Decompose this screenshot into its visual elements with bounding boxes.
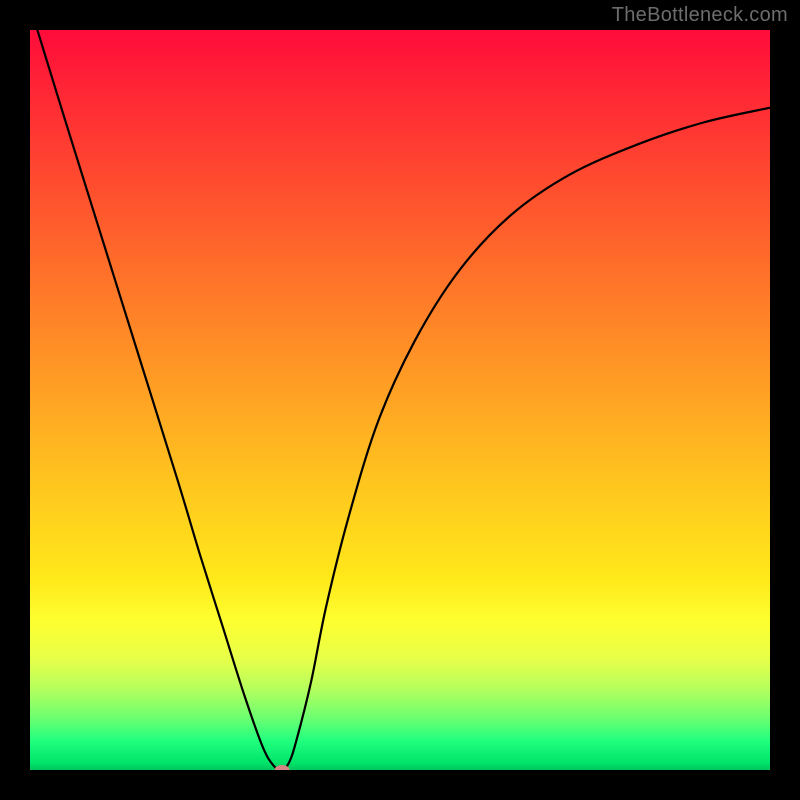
min-marker: [274, 765, 289, 770]
curve-svg: [30, 30, 770, 770]
bottleneck-curve: [37, 30, 770, 770]
chart-frame: TheBottleneck.com: [0, 0, 800, 800]
watermark-text: TheBottleneck.com: [612, 4, 788, 27]
plot-area: [30, 30, 770, 770]
